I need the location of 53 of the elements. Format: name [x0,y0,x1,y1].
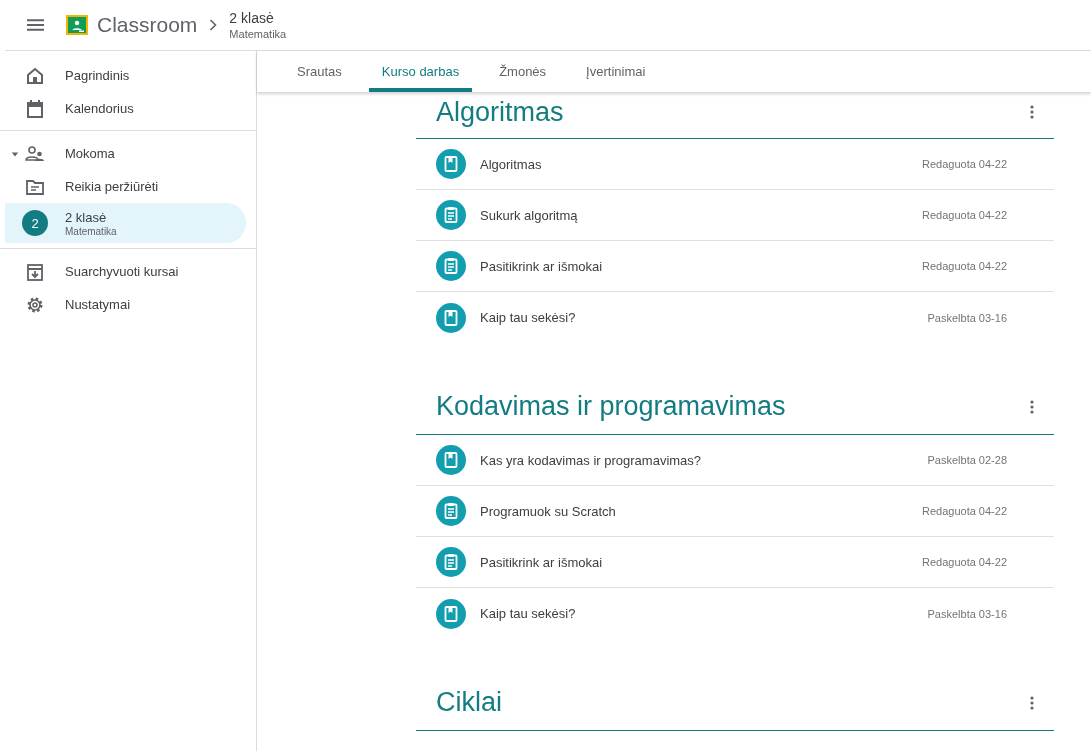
item-title[interactable]: Algoritmas [480,156,922,172]
item-title[interactable]: Kaip tau sekėsi? [480,310,928,325]
material-icon [436,598,466,629]
sidebar-item[interactable]: Suarchyvuoti kursai [5,255,246,288]
tab[interactable]: Žmonės [486,51,560,92]
home-icon [25,65,45,86]
topic-title: Kodavimas ir programavimas [436,391,786,422]
assignment-icon [436,547,466,577]
archive-icon [25,261,45,282]
item-title[interactable]: Kaip tau sekėsi? [480,606,928,621]
sidebar-item[interactable]: Mokoma [5,137,246,170]
app-name[interactable]: Classroom [97,13,198,37]
item-date: Redaguota 04-22 [922,260,1007,272]
more-icon[interactable] [1030,399,1034,414]
people-icon [25,143,45,164]
class-subject: Matematika [229,28,287,40]
material-icon [436,445,466,475]
caret-icon[interactable] [11,149,19,158]
calendar-icon [25,98,45,119]
tab[interactable]: Kurso darbas [368,51,473,92]
material-icon [436,302,466,333]
item-date: Paskelbta 02-28 [927,454,1007,466]
sidebar-item[interactable]: Nustatymai [5,288,246,321]
item-title[interactable]: Sukurk algoritmą [480,207,922,223]
item-title[interactable]: Pasitikrink ar išmokai [480,554,922,570]
assignment-icon [436,496,466,526]
topic-title: Ciklai [436,687,502,718]
item-date: Paskelbta 03-16 [927,311,1007,324]
more-icon[interactable] [1030,105,1034,119]
chevron-right-icon [209,19,218,31]
item-title[interactable]: Kas yra kodavimas ir programavimas? [480,452,928,468]
topic-title: Algoritmas [436,96,564,128]
tab[interactable]: Įvertinimai [573,51,659,92]
item-date: Paskelbta 03-16 [927,607,1007,620]
item-title[interactable]: Programuok su Scratch [480,503,922,519]
tab[interactable]: Srautas [284,51,355,92]
menu-icon[interactable] [27,19,44,31]
class-title[interactable]: 2 klasė [229,10,287,26]
material-icon [436,149,466,179]
class-avatar: 2 [22,210,48,236]
item-date: Redaguota 04-22 [922,505,1007,517]
sidebar-item[interactable]: Reikia peržiūrėti [5,170,246,203]
sidebar-item[interactable]: 2 2 klasė Matematika [5,203,246,243]
assignment-icon [436,200,466,230]
sidebar-item[interactable]: Pagrindinis [5,59,246,92]
item-date: Redaguota 04-22 [922,556,1007,568]
sidebar-item[interactable]: Kalendorius [5,92,246,125]
logo-icon[interactable] [66,15,88,35]
item-date: Redaguota 04-22 [922,209,1007,221]
item-date: Redaguota 04-22 [922,158,1007,170]
assignment-icon [436,251,466,281]
item-title[interactable]: Pasitikrink ar išmokai [480,258,922,274]
more-icon[interactable] [1030,695,1034,710]
